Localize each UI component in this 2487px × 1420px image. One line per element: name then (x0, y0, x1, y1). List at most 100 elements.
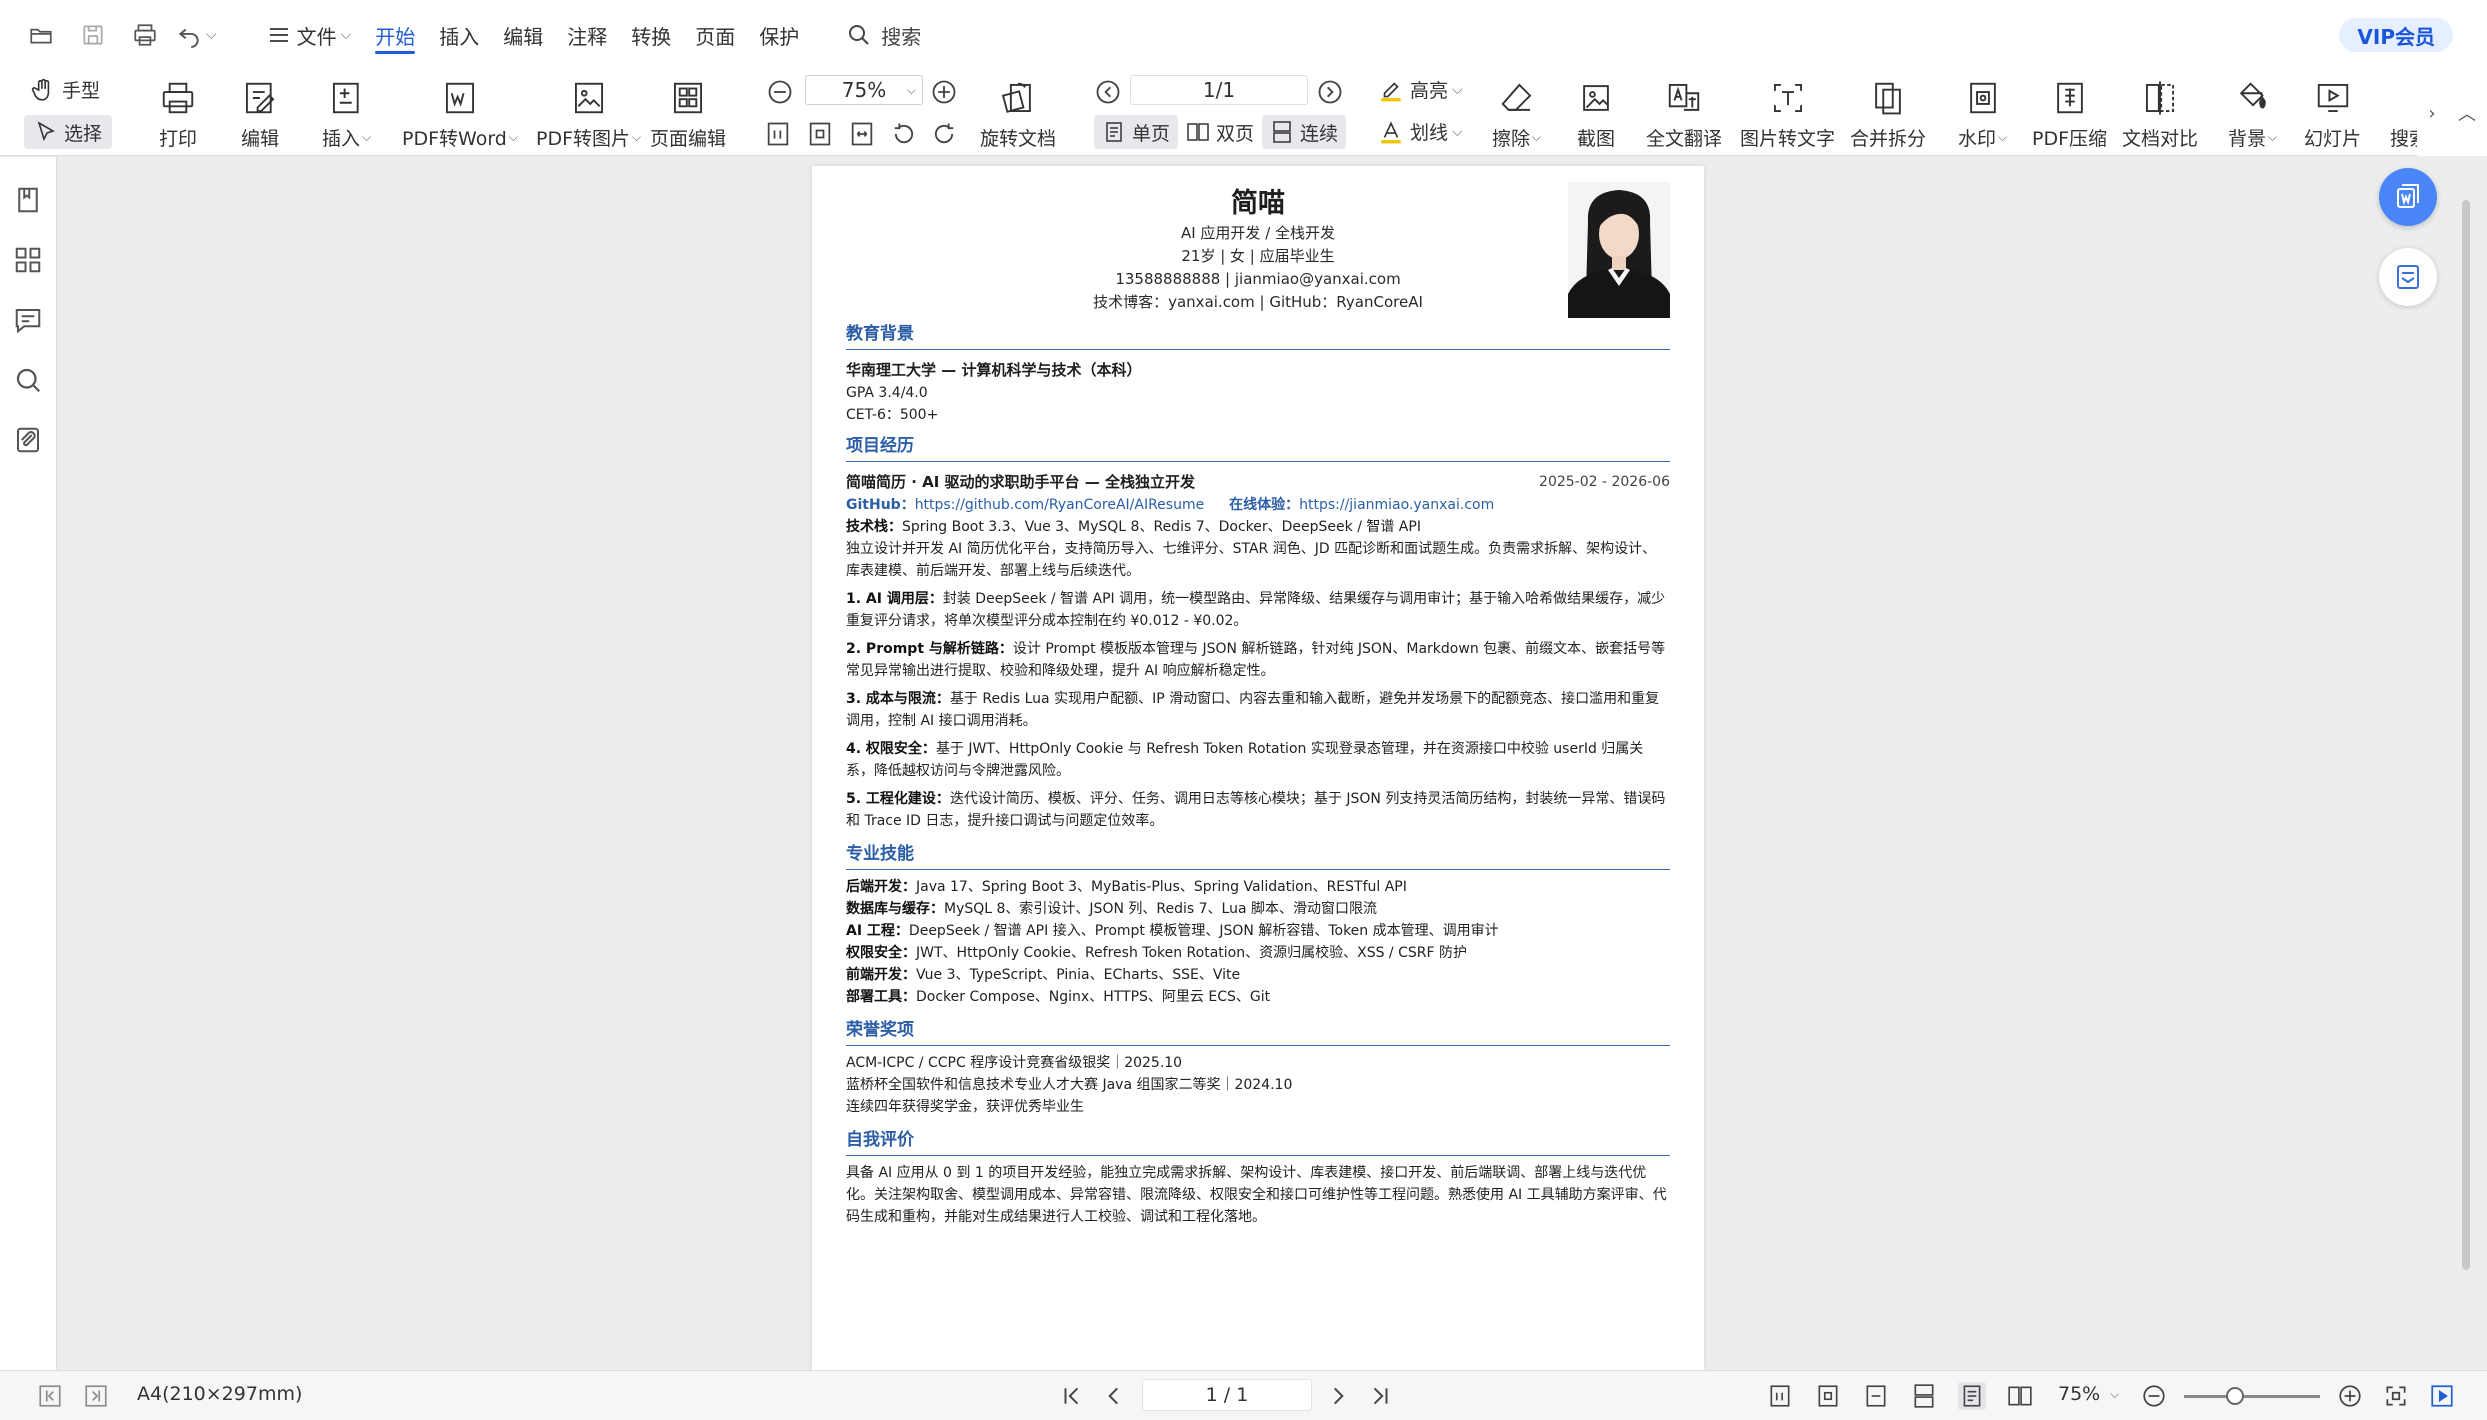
fit-page-icon[interactable] (804, 118, 836, 150)
slideshow-button[interactable]: 幻灯片 (2304, 78, 2361, 151)
page-edit-button[interactable]: 页面编辑 (650, 78, 726, 151)
tab-annotate[interactable]: 注释 (555, 0, 619, 70)
actual-size-icon[interactable] (762, 118, 794, 150)
background-button[interactable]: 背景 ⌵ (2228, 78, 2277, 151)
highlighter-icon (1381, 81, 1401, 101)
zoom-out-icon[interactable] (764, 76, 796, 108)
rotate-document-button[interactable]: 旋转文档 (980, 78, 1056, 151)
fit-page-status-icon[interactable] (1814, 1382, 1842, 1410)
undo-dropdown-icon[interactable]: ⌵ (206, 27, 217, 43)
tab-home[interactable]: 开始 (363, 0, 427, 70)
tab-insert[interactable]: 插入 (427, 0, 491, 70)
expand-right-icon[interactable] (82, 1382, 110, 1410)
rotate-left-icon[interactable] (888, 118, 920, 150)
fullscreen-icon[interactable] (2382, 1382, 2410, 1410)
next-page-icon[interactable] (1314, 76, 1346, 108)
skill-text: DeepSeek / 智谱 API 接入、Prompt 模板管理、JSON 解析… (908, 923, 1499, 939)
convert-to-word-fab[interactable] (2379, 168, 2437, 226)
attachment-icon[interactable] (13, 425, 43, 455)
print-icon[interactable] (122, 12, 168, 58)
screenshot-icon (1583, 85, 1609, 111)
self-evaluation-text: 具备 AI 应用从 0 到 1 的项目开发经验，能独立完成需求拆解、架构设计、库… (846, 1165, 1667, 1225)
comments-icon[interactable] (13, 305, 43, 335)
status-zoom[interactable]: 75% ⌵ (2058, 1383, 2119, 1405)
page-number-input[interactable]: 1/1 (1130, 75, 1308, 105)
rotate-right-icon[interactable] (928, 118, 960, 150)
status-zoom-in-icon[interactable] (2336, 1382, 2364, 1410)
tab-convert[interactable]: 转换 (619, 0, 683, 70)
fit-width-status-icon[interactable] (1862, 1382, 1890, 1410)
section-projects: 项目经历 简喵简历 · AI 驱动的求职助手平台 — 全栈独立开发 2025-0… (846, 434, 1670, 832)
status-zoom-out-icon[interactable] (2140, 1382, 2168, 1410)
section-title-awards: 荣誉奖项 (846, 1018, 1670, 1046)
previous-page-icon[interactable] (1100, 1382, 1128, 1410)
document-compare-label: 文档对比 (2122, 128, 2199, 150)
tab-page[interactable]: 页面 (683, 0, 747, 70)
bookmark-icon[interactable] (13, 185, 43, 215)
continuous-status-icon[interactable] (1910, 1382, 1938, 1410)
continuous-button[interactable]: 连续 (1262, 115, 1347, 149)
first-page-icon[interactable] (1058, 1382, 1086, 1410)
watermark-button[interactable]: 水印 ⌵ (1958, 78, 2007, 151)
prev-page-icon[interactable] (1092, 76, 1124, 108)
hand-tool-button[interactable]: 手型 (30, 76, 100, 103)
fit-width-icon[interactable] (846, 118, 878, 150)
status-page-input[interactable]: 1 / 1 (1142, 1379, 1312, 1411)
single-page-button[interactable]: 单页 (1094, 115, 1179, 149)
skill-label: 权限安全： (846, 945, 916, 961)
zoom-slider-track[interactable] (2184, 1395, 2320, 1398)
highlight-dropdown-icon: ⌵ (1452, 81, 1463, 98)
edit-button[interactable]: 编辑 (240, 78, 280, 151)
pdf-to-image-button[interactable]: PDF转图片 ⌵ (536, 78, 641, 151)
save-icon[interactable] (70, 12, 116, 58)
collapse-left-icon[interactable] (36, 1382, 64, 1410)
vip-badge[interactable]: VIP会员 (2339, 18, 2453, 52)
translate-button[interactable]: 全文翻译 (1646, 78, 1722, 151)
resume-content: 简喵 AI 应用开发 / 全栈开发 21岁 | 女 | 应届毕业生 135888… (846, 186, 1670, 1228)
erase-button[interactable]: 擦除 ⌵ (1492, 78, 1541, 151)
single-page-status-icon[interactable] (1958, 1382, 1986, 1410)
thumbnails-icon[interactable] (13, 245, 43, 275)
ribbon-scroll-right-icon[interactable]: › (2417, 70, 2447, 156)
insert-button[interactable]: 插入 ⌵ (322, 78, 371, 151)
pdf-compress-button[interactable]: PDF压缩 (2032, 78, 2107, 151)
print-export-fab[interactable] (2379, 248, 2437, 306)
pdf-to-word-button[interactable]: PDF转Word ⌵ (402, 78, 518, 151)
section-education: 教育背景 华南理工大学 — 计算机科学与技术（本科） GPA 3.4/4.0 C… (846, 322, 1670, 426)
project-point: 5. 工程化建设：迭代设计简历、模板、评分、任务、调用日志等核心模块；基于 JS… (846, 788, 1670, 832)
last-page-icon[interactable] (1366, 1382, 1394, 1410)
single-page-icon (1106, 122, 1122, 142)
project-github-link[interactable]: https://github.com/RyanCoreAI/AIResume (915, 497, 1205, 513)
zoom-slider-thumb[interactable] (2226, 1387, 2244, 1405)
status-zoom-dropdown-icon: ⌵ (2110, 1386, 2120, 1401)
play-slideshow-icon[interactable] (2428, 1382, 2456, 1410)
zoom-in-icon[interactable] (928, 76, 960, 108)
tab-edit[interactable]: 编辑 (491, 0, 555, 70)
merge-split-button[interactable]: 合并拆分 (1850, 78, 1926, 151)
project-demo-link[interactable]: https://jianmiao.yanxai.com (1299, 497, 1494, 513)
image-to-text-button[interactable]: 图片转文字 (1740, 78, 1835, 151)
tab-protect[interactable]: 保护 (747, 0, 811, 70)
ribbon-collapse-icon[interactable]: ︿ (2447, 70, 2487, 156)
actual-size-status-icon[interactable] (1766, 1382, 1794, 1410)
open-folder-icon[interactable] (18, 12, 64, 58)
next-page-status-icon[interactable] (1324, 1382, 1352, 1410)
menu-file[interactable]: 文件 ⌵ (257, 0, 364, 70)
document-compare-button[interactable]: 文档对比 (2122, 78, 2198, 151)
project-point: 1. AI 调用层：封装 DeepSeek / 智谱 API 调用，统一模型路由… (846, 588, 1670, 632)
undo-button[interactable]: ⌵ (176, 22, 217, 48)
find-icon[interactable] (13, 365, 43, 395)
select-tool-button[interactable]: 选择 (24, 115, 112, 149)
double-page-status-icon[interactable] (2006, 1382, 2034, 1410)
screenshot-button[interactable]: 截图 (1576, 78, 1616, 151)
vertical-scrollbar[interactable] (2462, 200, 2470, 1270)
project-title: 简喵简历 · AI 驱动的求职助手平台 — 全栈独立开发 (846, 473, 1196, 491)
print-button[interactable]: 打印 (158, 78, 198, 151)
top-search-button[interactable]: 搜索 (847, 21, 921, 50)
double-page-button[interactable]: 双页 (1178, 115, 1262, 149)
highlight-button[interactable]: 高亮 ⌵ (1378, 76, 1463, 103)
underline-button[interactable]: 划线 ⌵ (1378, 118, 1463, 145)
section-skills: 专业技能 后端开发：Java 17、Spring Boot 3、MyBatis-… (846, 842, 1670, 1008)
zoom-select[interactable]: 75% ⌵ (805, 75, 923, 105)
search-more-button[interactable]: 搜索 (2390, 78, 2418, 151)
